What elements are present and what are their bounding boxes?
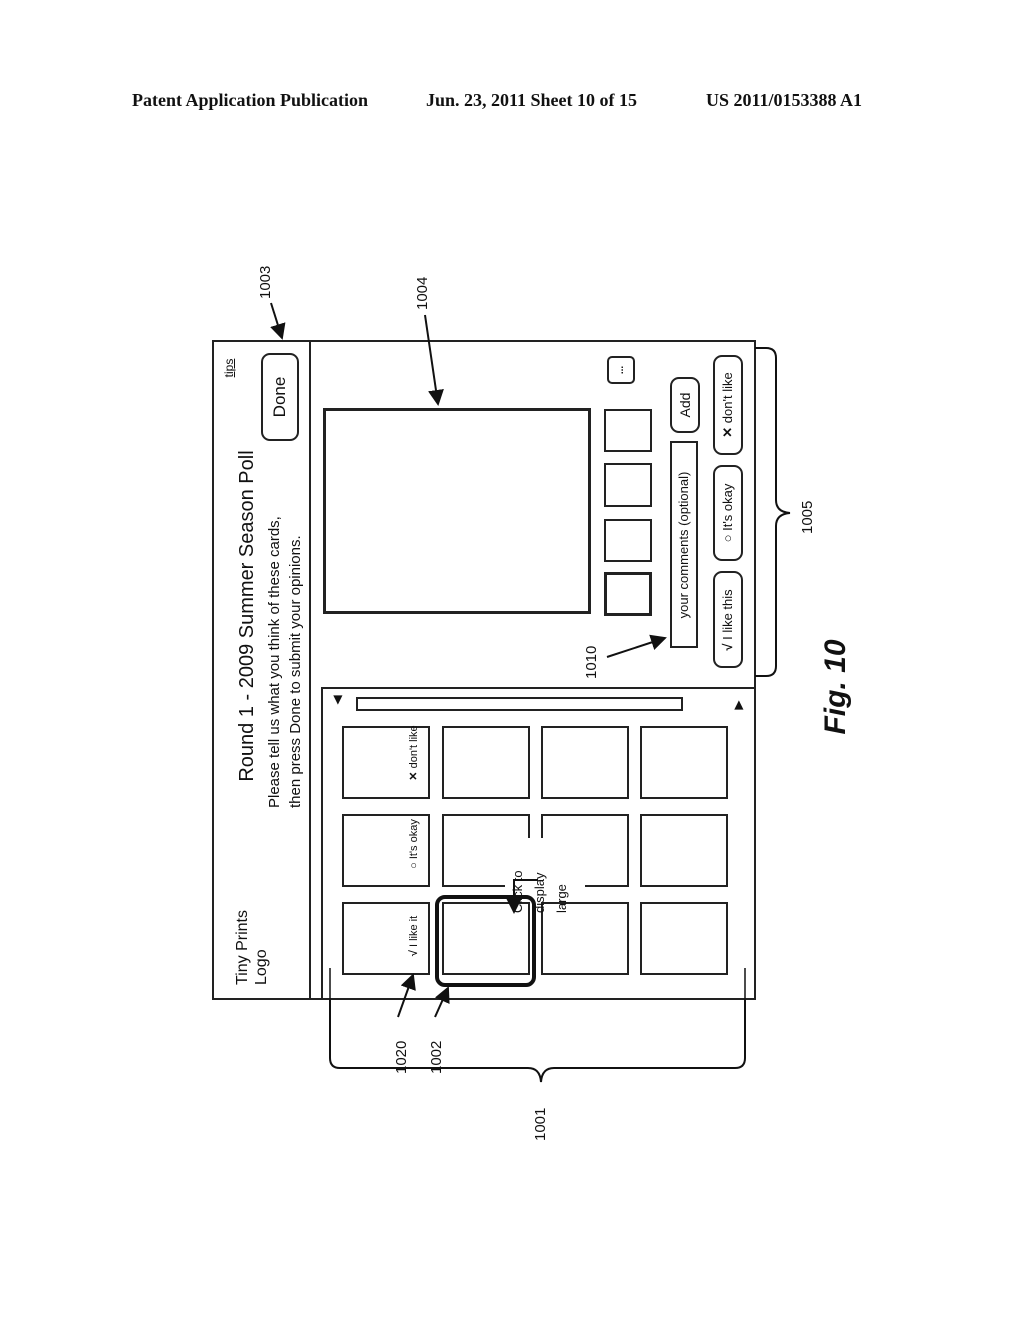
- logo-line-2: Logo: [253, 949, 270, 985]
- its-okay-text: It's okay: [720, 483, 735, 531]
- dont-like-label[interactable]: ✕ don't like: [718, 357, 738, 453]
- thumbnail-1[interactable]: [604, 572, 652, 616]
- grid-rating-dont-like: ✕ don't like: [406, 713, 422, 793]
- ref-1010: 1010: [583, 645, 600, 679]
- grid-rating-like-it-text: I like it: [408, 915, 420, 948]
- publication-label: Patent Application Publication: [132, 90, 369, 110]
- ref-1005: 1005: [799, 500, 816, 534]
- ref-1002: 1002: [428, 1040, 445, 1074]
- x-icon: ✕: [408, 771, 420, 781]
- header-divider: [309, 340, 311, 1000]
- comment-placeholder[interactable]: your comments (optional): [674, 445, 694, 645]
- instructions: Please tell us what you think of these c…: [264, 428, 308, 808]
- ref-1020: 1020: [393, 1040, 410, 1074]
- grid-rating-dont-like-text: don't like: [408, 725, 420, 769]
- date-sheet-label: Jun. 23, 2011 Sheet 10 of 15: [426, 90, 638, 110]
- hint-line-2: display: [532, 872, 547, 913]
- circle-icon: ○: [720, 534, 735, 543]
- add-button-label[interactable]: Add: [675, 380, 695, 430]
- scroll-left-button[interactable]: ◀: [329, 692, 345, 708]
- poll-title: Round 1 - 2009 Summer Season Poll: [236, 450, 258, 782]
- circle-icon: ○: [408, 862, 420, 869]
- logo-line-1: Tiny Prints: [234, 910, 251, 985]
- hint-line-3: large: [554, 884, 569, 913]
- figure-label: Fig. 10: [819, 639, 852, 735]
- card-thumbnail[interactable]: [640, 902, 728, 975]
- ref-1001: 1001: [532, 1107, 549, 1141]
- check-icon: √: [720, 643, 735, 651]
- hint-line-1: Click to: [510, 870, 525, 913]
- grid-rating-its-okay: ○ It's okay: [406, 804, 422, 884]
- thumbnail-2[interactable]: [604, 519, 652, 562]
- patent-number: US 2011/0153388 A1: [706, 90, 863, 110]
- large-preview: [323, 408, 591, 614]
- click-to-display-hint: Click to display large: [507, 833, 573, 913]
- instructions-line-2: then press Done to submit your opinions.: [287, 535, 304, 808]
- check-icon: √: [408, 950, 420, 957]
- scrollbar-track[interactable]: [356, 697, 683, 711]
- thumbnail-3[interactable]: [604, 463, 652, 507]
- done-button-label[interactable]: Done: [269, 365, 291, 429]
- ref-1004: 1004: [414, 276, 431, 310]
- x-icon: ✕: [720, 426, 735, 438]
- card-thumbnail[interactable]: [640, 726, 728, 799]
- thumbnail-4[interactable]: [604, 409, 652, 452]
- instructions-line-1: Please tell us what you think of these c…: [266, 516, 283, 808]
- grid-rating-like-it: √ I like it: [406, 896, 422, 976]
- tips-link[interactable]: tips: [222, 353, 238, 383]
- dont-like-text: don't like: [720, 372, 735, 424]
- card-thumbnail[interactable]: [442, 726, 530, 799]
- card-thumbnail[interactable]: [541, 726, 629, 799]
- more-button-label[interactable]: ...: [611, 360, 631, 380]
- brace-1005: [755, 347, 791, 677]
- grid-rating-its-okay-text: It's okay: [408, 819, 420, 860]
- leader-1003: [270, 302, 286, 340]
- like-this-label[interactable]: √ I like this: [718, 572, 738, 668]
- card-thumbnail[interactable]: [640, 814, 728, 887]
- like-this-text: I like this: [720, 589, 735, 640]
- its-okay-label[interactable]: ○ It's okay: [718, 465, 738, 561]
- ref-1003: 1003: [257, 265, 274, 299]
- scroll-right-button[interactable]: ▶: [730, 697, 746, 713]
- logo: Tiny Prints Logo: [233, 875, 273, 985]
